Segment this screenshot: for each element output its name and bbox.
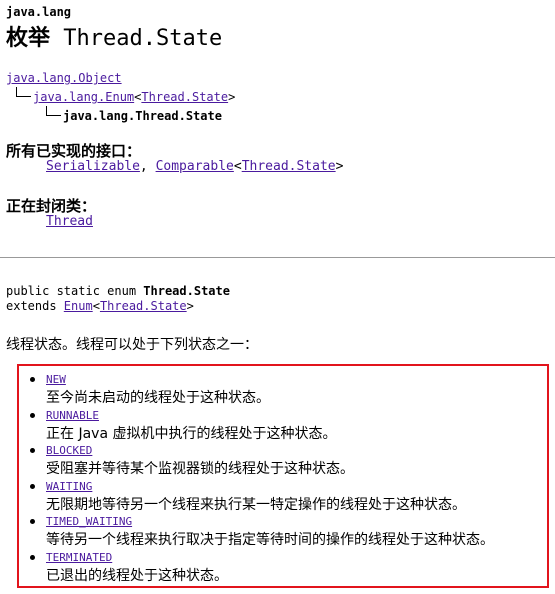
enclosing-class: Thread [46, 214, 93, 229]
package-label: java.lang [6, 5, 72, 19]
class-hierarchy: java.lang.Object java.lang.Enum<Thread.S… [6, 69, 235, 125]
title-name: Thread.State [63, 26, 223, 51]
state-link-timed-waiting[interactable]: TIMED_WAITING [46, 515, 132, 528]
state-description: 已退出的线程处于这种状态。 [46, 567, 228, 584]
interfaces-heading: 所有已实现的接口： [6, 142, 142, 160]
declaration: public static enum Thread.State extends … [6, 284, 230, 314]
serializable-link[interactable]: Serializable [46, 159, 140, 174]
state-link-new[interactable]: NEW [46, 373, 66, 386]
bullet-icon [30, 554, 35, 560]
state-description: 至今尚未启动的线程处于这种状态。 [46, 390, 270, 406]
interfaces-list: Serializable, Comparable<Thread.State> [46, 159, 343, 174]
comparable-param-link[interactable]: Thread.State [242, 159, 336, 174]
enum-param-link[interactable]: Thread.State [100, 299, 187, 313]
enum-link[interactable]: Enum [64, 299, 93, 313]
title-kind: 枚举 [6, 26, 51, 51]
class-description: 线程状态。线程可以处于下列状态之一： [6, 337, 258, 353]
separator: , [139, 159, 156, 174]
bullet-icon [30, 377, 35, 382]
comparable-link[interactable]: Comparable [156, 159, 234, 174]
bullet-icon [30, 483, 35, 489]
enclosing-class-heading: 正在封闭类： [6, 197, 97, 215]
declaration-modifiers: public static enum [6, 284, 144, 298]
page-title: 枚举 Thread.State [6, 20, 222, 52]
bullet-icon [30, 412, 35, 418]
generic-close: > [228, 90, 236, 104]
state-description: 受阻塞并等待某个监视器锁的线程处于这种状态。 [46, 461, 354, 478]
generic-open: < [233, 159, 242, 174]
hierarchy-object-link[interactable]: java.lang.Object [6, 71, 122, 85]
state-link-blocked[interactable]: BLOCKED [46, 444, 92, 457]
hierarchy-enum-link[interactable]: java.lang.Enum [33, 90, 134, 104]
generic-close: > [335, 159, 344, 174]
divider [0, 257, 555, 258]
thread-link[interactable]: Thread [46, 214, 93, 229]
hierarchy-current-class: java.lang.Thread.State [63, 109, 222, 123]
declaration-name: Thread.State [143, 284, 230, 298]
state-description: 无限期地等待另一个线程来执行某一特定操作的线程处于这种状态。 [46, 496, 466, 513]
hierarchy-enum-param-link[interactable]: Thread.State [141, 90, 228, 104]
state-link-runnable[interactable]: RUNNABLE [46, 409, 99, 422]
tree-branch-icon [16, 87, 31, 97]
state-description: 正在 Java 虚拟机中执行的线程处于这种状态。 [46, 425, 337, 442]
generic-open: < [92, 299, 100, 313]
state-link-waiting[interactable]: WAITING [46, 480, 92, 493]
extends-keyword: extends [6, 299, 64, 313]
generic-close: > [186, 299, 194, 313]
state-link-terminated[interactable]: TERMINATED [46, 551, 112, 564]
tree-branch-icon [46, 106, 61, 116]
state-description: 等待另一个线程来执行取决于指定等待时间的操作的线程处于这种状态。 [46, 532, 494, 549]
